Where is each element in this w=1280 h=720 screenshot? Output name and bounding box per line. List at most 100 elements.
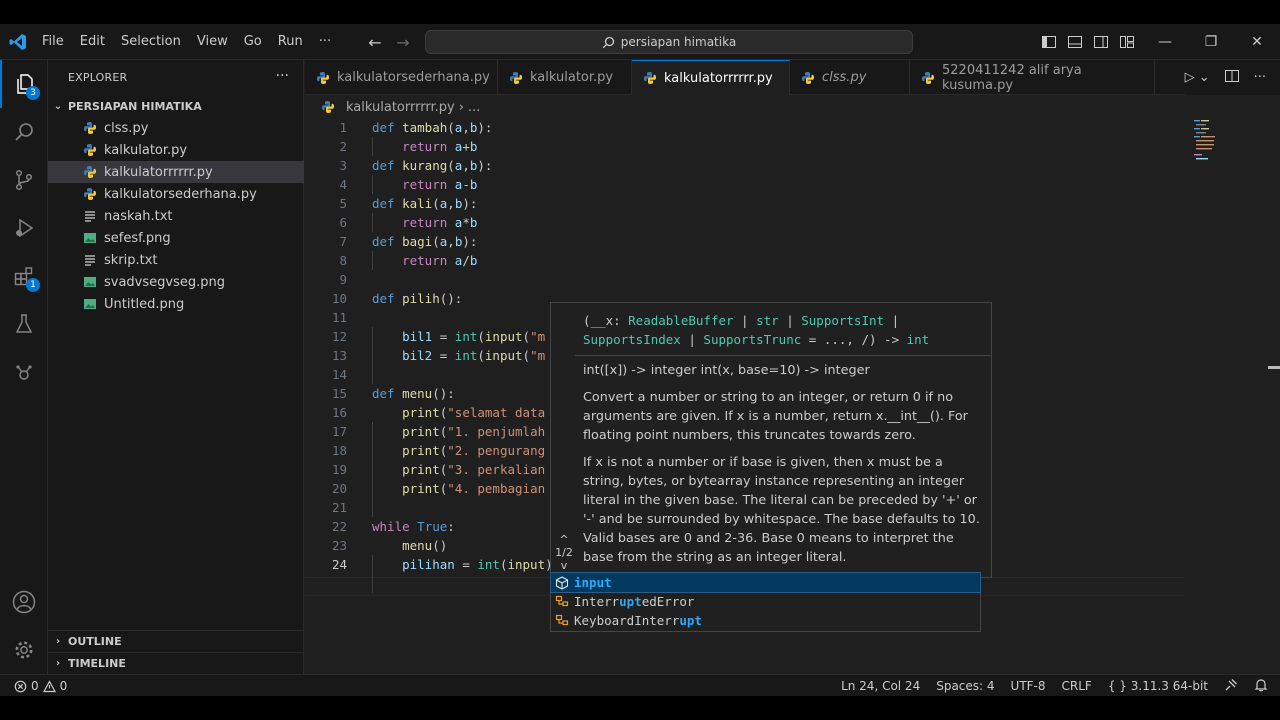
file-item-svadvsegvseg[interactable]: svadvsegvseg.png: [48, 271, 304, 293]
title-bar: File Edit Selection View Go Run ··· ← → …: [0, 24, 1280, 60]
minimize-icon[interactable]: —: [1142, 24, 1188, 60]
back-arrow-icon[interactable]: ←: [364, 33, 386, 52]
breadcrumb-separator: ›: [458, 99, 464, 115]
chevron-down-icon: ⌄: [53, 100, 63, 112]
timeline-section[interactable]: › TIMELINE: [48, 652, 304, 674]
feedback-icon[interactable]: [1224, 678, 1238, 695]
file-item-kalkulator[interactable]: kalkulator.py: [48, 139, 304, 161]
menu-bar: File Edit Selection View Go Run ···: [34, 24, 339, 60]
chevron-down-icon[interactable]: v: [551, 559, 577, 572]
suggestion-item[interactable]: input: [550, 572, 981, 593]
activity-run-debug[interactable]: [0, 204, 48, 252]
file-item-sefesf[interactable]: sefesf.png: [48, 227, 304, 249]
remote-explorer-icon: [16, 365, 32, 380]
file-item-kalkulatorsederhana[interactable]: kalkulatorsederhana.py: [48, 183, 304, 205]
suggestion-item[interactable]: KeyboardInterr upt: [551, 611, 980, 630]
more-actions-icon[interactable]: ···: [1254, 70, 1266, 85]
image-file-icon: [82, 230, 98, 246]
file-item-clss[interactable]: clss.py: [48, 117, 304, 139]
file-item-skrip[interactable]: skrip.txt: [48, 249, 304, 271]
explorer-title: EXPLORER: [68, 71, 128, 84]
status-bar: 0 0 Ln 24, Col 24 Spaces: 4 UTF-8 CRLF {…: [0, 674, 1280, 696]
activity-explorer[interactable]: 3: [0, 60, 48, 108]
python-icon: [82, 142, 98, 158]
hover-documentation-popup: (__x: ReadableBuffer | str | SupportsInt…: [550, 302, 992, 578]
class-icon: [554, 595, 570, 609]
menu-go[interactable]: Go: [236, 24, 270, 60]
file-item-kalkulatorrrrrr[interactable]: kalkulatorrrrrr.py: [48, 161, 304, 183]
gear-icon: [15, 641, 33, 659]
text-file-icon: [82, 252, 98, 268]
activity-testing[interactable]: [0, 300, 48, 348]
activity-search[interactable]: [0, 108, 48, 156]
doc-summary: int([x]) -> integer int(x, base=10) -> i…: [583, 363, 870, 378]
navigation-arrows: ← →: [364, 24, 414, 60]
forward-arrow-icon[interactable]: →: [392, 33, 414, 52]
menu-edit[interactable]: Edit: [72, 24, 113, 60]
activity-remote[interactable]: [0, 348, 48, 396]
tab-kalkulator[interactable]: kalkulator.py: [498, 60, 632, 95]
python-icon: [320, 99, 336, 115]
function-signature: (__x: ReadableBuffer | str | SupportsInt…: [583, 313, 930, 347]
command-center-search[interactable]: persiapan himatika: [425, 30, 913, 54]
doc-paragraph-2: If x is not a number or if base is given…: [583, 455, 980, 565]
menu-more[interactable]: ···: [311, 24, 339, 60]
menu-file[interactable]: File: [34, 24, 72, 60]
code-line: 1 def tambah(a,b):: [339, 120, 493, 135]
problems-status[interactable]: 0 0: [14, 675, 67, 696]
menu-run[interactable]: Run: [270, 24, 311, 60]
suggestion-item[interactable]: Interr upt edError: [551, 592, 980, 611]
cube-icon: [554, 575, 570, 590]
customize-layout-icon[interactable]: [1118, 33, 1136, 51]
restore-icon[interactable]: ❐: [1188, 24, 1234, 60]
python-icon: [82, 164, 98, 180]
tab-kalkulatorsederhana[interactable]: kalkulatorsederhana.py: [305, 60, 498, 95]
run-python-icon[interactable]: ▷ ⌄: [1185, 70, 1210, 85]
explorer-more-actions[interactable]: ···: [276, 60, 289, 93]
folder-header[interactable]: ⌄ PERSIAPAN HIMATIKA: [48, 95, 304, 117]
run-debug-icon: [16, 218, 34, 238]
breadcrumb: kalkulatorrrrrr.py › ...: [320, 96, 480, 118]
search-icon: [15, 123, 33, 141]
tab-kalkulatorrrrrr[interactable]: kalkulatorrrrrr.py: [632, 60, 790, 95]
minimap[interactable]: [1190, 118, 1230, 178]
image-file-icon: [82, 296, 98, 312]
vscode-window: File Edit Selection View Go Run ··· ← → …: [0, 24, 1280, 696]
activity-extensions[interactable]: 1: [0, 252, 48, 300]
toggle-secondary-sidebar-icon[interactable]: [1092, 33, 1110, 51]
menu-view[interactable]: View: [189, 24, 236, 60]
chevron-up-icon[interactable]: ^: [551, 533, 577, 546]
menu-selection[interactable]: Selection: [113, 24, 189, 60]
vscode-logo-icon: [8, 32, 28, 52]
python-interpreter[interactable]: { } 3.11.3 64-bit: [1108, 679, 1208, 693]
activity-accounts[interactable]: [0, 578, 48, 626]
file-encoding[interactable]: UTF-8: [1011, 679, 1046, 693]
outline-section[interactable]: › OUTLINE: [48, 630, 304, 652]
search-icon: [602, 36, 614, 48]
python-icon: [800, 70, 816, 86]
code-line: 6 return a*b: [339, 215, 478, 230]
braces-icon: { }: [1107, 679, 1127, 693]
split-editor-icon[interactable]: [1224, 68, 1240, 88]
end-of-line[interactable]: CRLF: [1062, 679, 1092, 693]
code-line: 2 return a+b: [339, 139, 478, 154]
toggle-primary-sidebar-icon[interactable]: [1040, 33, 1058, 51]
cursor-position[interactable]: Ln 24, Col 24: [841, 679, 920, 693]
toggle-panel-icon[interactable]: [1066, 33, 1084, 51]
breadcrumb-symbols[interactable]: ...: [468, 100, 480, 115]
warning-count: 0: [59, 679, 68, 693]
code-line: 7 def bagi(a,b):: [339, 234, 478, 249]
activity-source-control[interactable]: [0, 156, 48, 204]
breadcrumb-file[interactable]: kalkulatorrrrrr.py: [346, 100, 455, 115]
file-item-untitled[interactable]: Untitled.png: [48, 293, 304, 315]
explorer-badge: 3: [26, 86, 40, 100]
code-line: 3 def kurang(a,b):: [339, 158, 493, 173]
tab-5220411242[interactable]: 5220411242 alif arya kusuma.py: [910, 60, 1155, 95]
layout-controls: [1040, 24, 1136, 60]
notifications-bell-icon[interactable]: [1254, 678, 1268, 695]
indentation[interactable]: Spaces: 4: [936, 679, 994, 693]
tab-clss[interactable]: clss.py: [790, 60, 910, 95]
close-icon[interactable]: ✕: [1234, 24, 1280, 60]
file-item-naskah[interactable]: naskah.txt: [48, 205, 304, 227]
activity-manage[interactable]: [0, 626, 48, 674]
